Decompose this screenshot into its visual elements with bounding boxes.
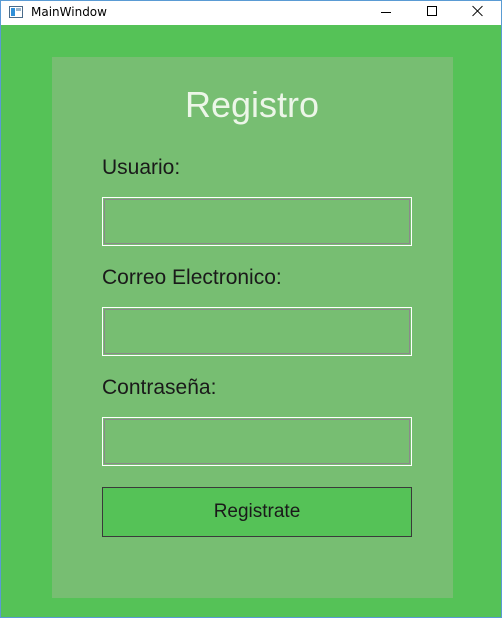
password-label: Contraseña: [102, 376, 217, 399]
main-window: MainWindow Registro Usuario: Correo Elec… [0, 0, 502, 618]
close-icon [472, 5, 484, 17]
close-button[interactable] [455, 1, 501, 25]
maximize-button[interactable] [409, 1, 455, 25]
email-input[interactable] [102, 307, 412, 356]
window-title: MainWindow [31, 5, 107, 19]
password-input[interactable] [102, 417, 412, 466]
maximize-icon [427, 6, 437, 16]
minimize-icon [381, 12, 391, 13]
window-app-icon[interactable] [9, 6, 23, 18]
title-bar[interactable]: MainWindow [1, 1, 501, 25]
minimize-button[interactable] [363, 1, 409, 25]
form-heading: Registro [184, 84, 320, 125]
email-label: Correo Electronico: [102, 266, 282, 289]
username-label: Usuario: [102, 156, 181, 179]
register-button[interactable]: Registrate [102, 487, 412, 537]
username-input[interactable] [102, 197, 412, 246]
